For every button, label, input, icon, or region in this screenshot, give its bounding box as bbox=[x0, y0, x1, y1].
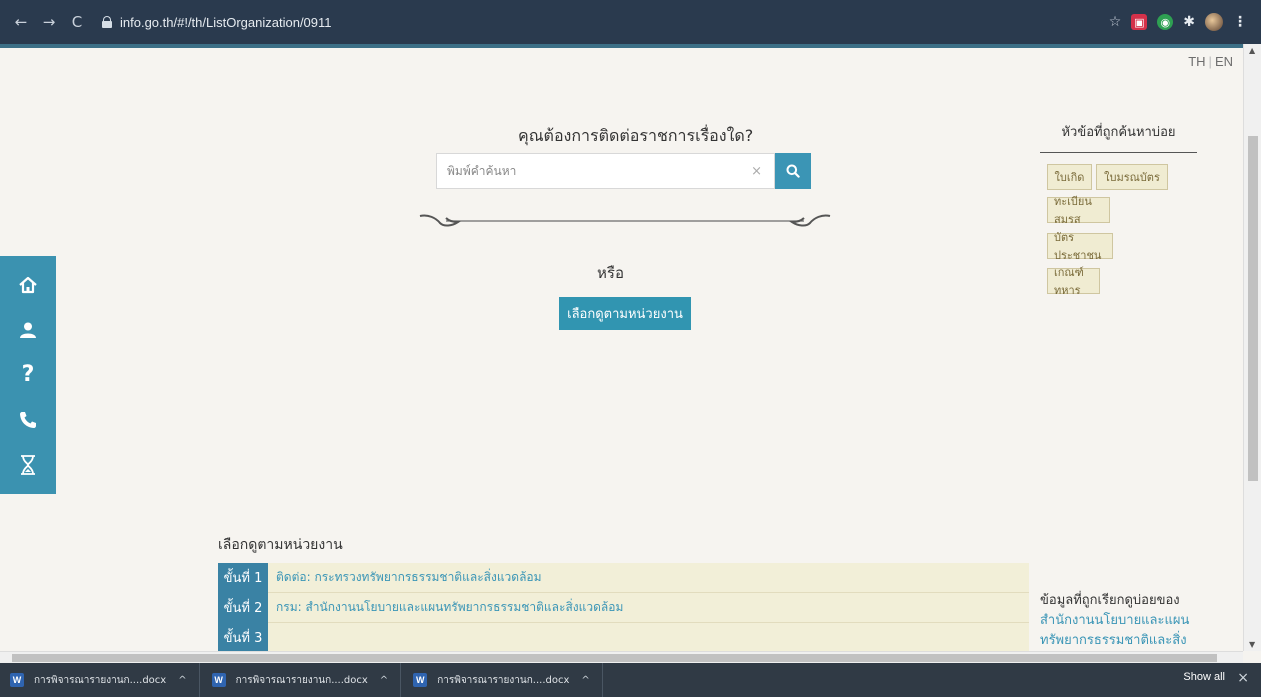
word-doc-icon: W bbox=[10, 673, 24, 687]
header-strip bbox=[0, 44, 1243, 48]
download-item[interactable]: W การพิจารณารายงานก....docx ^ bbox=[413, 663, 603, 697]
language-switch: TH | EN bbox=[1188, 54, 1233, 69]
search-button[interactable] bbox=[775, 153, 811, 189]
chevron-up-icon[interactable]: ^ bbox=[380, 675, 388, 686]
search-placeholder: พิมพ์คำค้นหา bbox=[447, 163, 517, 178]
extensions-area: ☆ ▣ ◉ ✱ ⋮ bbox=[1109, 13, 1247, 31]
step-link[interactable]: กรม: สำนักงานนโยบายและแผนทรัพยากรธรรมชาต… bbox=[268, 598, 623, 617]
ornament-divider bbox=[419, 214, 831, 227]
step-row: ขั้นที่ 1 ติดต่อ: กระทรวงทรัพยากรธรรมชาต… bbox=[218, 562, 1029, 593]
step-number: ขั้นที่ 3 bbox=[218, 622, 268, 651]
browse-by-agency-button[interactable]: เลือกดูตามหน่วยงาน bbox=[559, 297, 691, 330]
popular-tag[interactable]: ใบเกิด bbox=[1047, 164, 1092, 190]
lang-th[interactable]: TH bbox=[1188, 54, 1205, 69]
search-input[interactable]: พิมพ์คำค้นหา × bbox=[436, 153, 775, 189]
popular-title: หัวข้อที่ถูกค้นหาบ่อย bbox=[1040, 121, 1197, 153]
frequent-info-link[interactable]: สำนักงานนโยบายและแผน bbox=[1040, 611, 1210, 631]
lock-icon bbox=[102, 16, 112, 28]
help-icon[interactable]: ? bbox=[0, 353, 56, 397]
extension-shield-icon[interactable]: ◉ bbox=[1157, 14, 1174, 30]
lang-en[interactable]: EN bbox=[1215, 54, 1233, 69]
lang-separator: | bbox=[1208, 54, 1212, 69]
step-number: ขั้นที่ 2 bbox=[218, 592, 268, 623]
profile-avatar[interactable] bbox=[1205, 13, 1223, 31]
phone-icon[interactable] bbox=[0, 398, 56, 442]
clear-icon[interactable]: × bbox=[751, 164, 762, 179]
home-icon[interactable] bbox=[0, 263, 56, 307]
forward-icon[interactable]: → bbox=[38, 13, 60, 31]
word-doc-icon: W bbox=[211, 673, 226, 687]
steps-list: ขั้นที่ 1 ติดต่อ: กระทรวงทรัพยากรธรรมชาต… bbox=[218, 562, 1029, 651]
extension-red-icon[interactable]: ▣ bbox=[1131, 14, 1148, 30]
user-icon[interactable] bbox=[0, 308, 56, 352]
scroll-thumb-horizontal[interactable] bbox=[12, 654, 1217, 662]
popular-tag[interactable]: ใบมรณบัตร bbox=[1096, 164, 1168, 190]
step-link[interactable]: ติดต่อ: กระทรวงทรัพยากรธรรมชาติและสิ่งแว… bbox=[268, 568, 542, 587]
vertical-scrollbar[interactable]: ▲ ▼ bbox=[1243, 44, 1261, 651]
url-text: info.go.th/#!/th/ListOrganization/0911 bbox=[120, 14, 332, 30]
search-icon bbox=[786, 164, 800, 178]
puzzle-icon[interactable]: ✱ bbox=[1183, 14, 1195, 30]
hourglass-icon[interactable] bbox=[0, 443, 56, 487]
step-number: ขั้นที่ 1 bbox=[218, 562, 268, 593]
browser-toolbar: ← → C info.go.th/#!/th/ListOrganization/… bbox=[0, 0, 1261, 44]
chevron-up-icon[interactable]: ^ bbox=[581, 675, 589, 686]
step-row: ขั้นที่ 3 bbox=[218, 622, 1029, 651]
horizontal-scrollbar[interactable] bbox=[0, 651, 1243, 663]
frequent-info: ข้อมูลที่ถูกเรียกดูบ่อยของ สำนักงานนโยบา… bbox=[1040, 591, 1210, 651]
popular-tag[interactable]: ทะเบียนสมรส bbox=[1047, 195, 1110, 226]
download-shelf: W การพิจารณารายงานก....docx ^ W การพิจาร… bbox=[0, 663, 1261, 697]
show-all-button[interactable]: Show all bbox=[1183, 671, 1225, 683]
reload-icon[interactable]: C bbox=[66, 13, 88, 31]
search-bar: พิมพ์คำค้นหา × bbox=[436, 153, 811, 189]
popular-tag[interactable]: บัตรประชาชน bbox=[1047, 231, 1113, 262]
floating-sidebar: ? bbox=[0, 256, 56, 494]
popular-tag[interactable]: เกณฑ์ทหาร bbox=[1047, 266, 1100, 297]
section-title: เลือกดูตามหน่วยงาน bbox=[218, 537, 343, 553]
word-doc-icon: W bbox=[413, 673, 428, 687]
frequent-info-title: ข้อมูลที่ถูกเรียกดูบ่อยของ bbox=[1040, 593, 1180, 608]
step-row: ขั้นที่ 2 กรม: สำนักงานนโยบายและแผนทรัพย… bbox=[218, 592, 1029, 623]
back-icon[interactable]: ← bbox=[10, 13, 32, 31]
page-content: TH | EN คุณต้องการติดต่อราชการเรื่องใด? พิ… bbox=[0, 44, 1243, 651]
address-bar[interactable]: info.go.th/#!/th/ListOrganization/0911 bbox=[102, 8, 1109, 36]
close-icon[interactable]: × bbox=[1237, 670, 1249, 686]
frequent-info-link[interactable]: ทรัพยากรธรรมชาติและสิ่ง bbox=[1040, 631, 1210, 651]
star-icon[interactable]: ☆ bbox=[1109, 14, 1122, 30]
scroll-up-icon[interactable]: ▲ bbox=[1249, 46, 1255, 55]
chevron-up-icon[interactable]: ^ bbox=[178, 675, 186, 686]
download-item[interactable]: W การพิจารณารายงานก....docx ^ bbox=[10, 663, 200, 697]
download-filename: การพิจารณารายงานก....docx bbox=[235, 674, 368, 686]
scroll-thumb[interactable] bbox=[1248, 136, 1258, 481]
menu-icon[interactable]: ⋮ bbox=[1233, 14, 1247, 30]
download-filename: การพิจารณารายงานก....docx bbox=[34, 674, 167, 686]
or-label: หรือ bbox=[597, 264, 624, 282]
download-item[interactable]: W การพิจารณารายงานก....docx ^ bbox=[211, 663, 402, 697]
download-filename: การพิจารณารายงานก....docx bbox=[437, 674, 570, 686]
scroll-down-icon[interactable]: ▼ bbox=[1249, 640, 1255, 649]
search-question: คุณต้องการติดต่อราชการเรื่องใด? bbox=[518, 126, 754, 145]
